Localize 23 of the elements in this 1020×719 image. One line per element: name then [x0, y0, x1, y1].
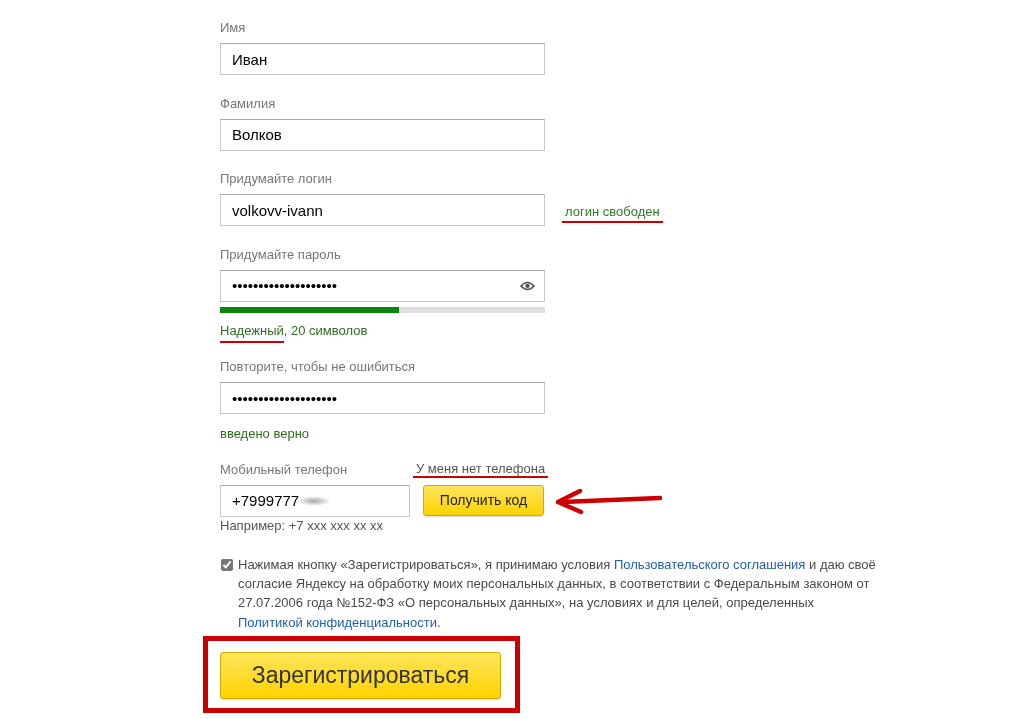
field-label: Повторите, чтобы не ошибиться: [220, 358, 416, 375]
match-hint: введено верно: [220, 425, 310, 442]
password-confirm-field[interactable]: ••••••••••••••••••••: [220, 382, 545, 414]
eye-icon[interactable]: [520, 280, 535, 291]
password-field[interactable]: ••••••••••••••••••••: [220, 269, 545, 302]
field-label: Мобильный телефон: [220, 460, 348, 478]
phone-field[interactable]: +7999777: [220, 484, 410, 517]
login-field[interactable]: volkovv-ivann: [220, 194, 545, 226]
field-label: Придумайте пароль: [220, 245, 341, 263]
get-code-button[interactable]: Получить код: [423, 485, 544, 516]
consent-link[interactable]: Пользовательского соглашения: [613, 556, 806, 572]
consent-checkbox[interactable]: [221, 558, 233, 571]
consent-link[interactable]: Политикой конфиденциальности: [238, 614, 437, 630]
consent-text: Нажимая кнопку «Зарегистрироваться», я принимаю условия Пользовательского соглашения и даю своё согласие Яндексу на обработку моих персональных данных, в соответствии с Федеральным законом от 27.07.2006 года №152-ФЗ «О персональных данных», на условиях и для целей, определенных Политикой конфиденциальности.: [238, 555, 877, 632]
field-label: Фамилия: [220, 94, 276, 112]
text-field[interactable]: Волков: [220, 118, 545, 151]
login-status: логин свободен: [562, 203, 663, 223]
text-field[interactable]: Иван: [220, 43, 545, 75]
example-hint: Например: +7 xxx xxx xx xx: [220, 516, 384, 534]
no-phone-link[interactable]: У меня нет телефона: [413, 460, 549, 478]
field-label: Придумайте логин: [220, 170, 332, 187]
register-button[interactable]: Зарегистрироваться: [220, 652, 501, 700]
field-label: Имя: [220, 19, 246, 36]
